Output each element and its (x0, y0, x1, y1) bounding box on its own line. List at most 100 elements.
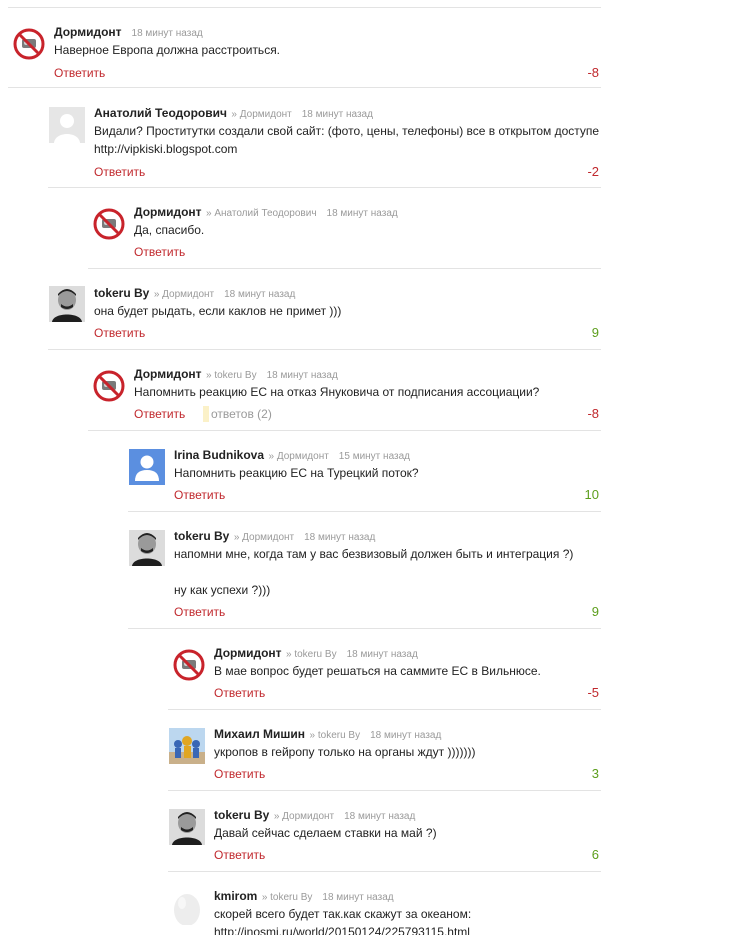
comment-meta: tokeru By » Дормидонт 18 минут назад (214, 807, 415, 825)
portrait-avatar-icon[interactable] (49, 286, 85, 322)
comment-time: 18 минут назад (326, 208, 398, 219)
reply-to-link[interactable]: » Дормидонт (231, 109, 291, 120)
portrait-avatar-icon[interactable] (169, 809, 205, 845)
comment-time: 18 минут назад (322, 892, 394, 903)
comment-text: укропов в гейропу только на органы ждут … (214, 743, 475, 761)
no-sign-avatar-icon[interactable] (93, 370, 129, 406)
comment-author[interactable]: kmirom (214, 889, 257, 903)
comment-meta: Дормидонт 18 минут назад (54, 24, 203, 42)
comment-author[interactable]: Irina Budnikova (174, 448, 264, 462)
comment: tokeru By » Дормидонт 18 минут назад она … (48, 281, 601, 350)
comment-text: В мае вопрос будет решаться на саммите Е… (214, 662, 541, 680)
reply-to-link[interactable]: » Дормидонт (234, 532, 294, 543)
comment-score: -8 (587, 406, 599, 421)
top-divider (8, 7, 601, 8)
comment-meta: Дормидонт » tokeru By 18 минут назад (134, 366, 338, 384)
comment-meta: Дормидонт » Анатолий Теодорович 18 минут … (134, 204, 398, 222)
comment-text: скорей всего будет так.как скажут за оке… (214, 905, 471, 935)
reply-to-link[interactable]: » tokeru By (310, 730, 361, 741)
comment-text: она будет рыдать, если каклов не примет … (94, 302, 341, 320)
comment-time: 18 минут назад (346, 649, 418, 660)
comment-score: 9 (591, 604, 599, 619)
reply-button[interactable]: Ответить (174, 604, 225, 620)
comment-author[interactable]: Анатолий Теодорович (94, 106, 227, 120)
comment-text: Напомнить реакцию ЕС на отказ Януковича … (134, 383, 539, 401)
reply-to-link[interactable]: » tokeru By (262, 892, 313, 903)
comment-author[interactable]: Дормидонт (54, 25, 122, 39)
reply-to-link[interactable]: » Дормидонт (268, 451, 328, 462)
comment-time: 15 минут назад (338, 451, 410, 462)
show-answers-toggle[interactable]: ответов (2) (203, 406, 272, 422)
comment-text-line: напомни мне, когда там у вас безвизовый … (174, 547, 574, 561)
comment-author[interactable]: tokeru By (94, 286, 149, 300)
reply-button[interactable]: Ответить (214, 766, 265, 782)
comment-text-line: Наверное Европа должна расстроиться. (54, 43, 281, 57)
default-avatar-icon[interactable] (49, 107, 85, 143)
reply-button[interactable]: Ответить (214, 847, 265, 863)
comment-time: 18 минут назад (370, 730, 442, 741)
comment-meta: kmirom » tokeru By 18 минут назад (214, 888, 394, 906)
comment: Михаил Мишин » tokeru By 18 минут назад у… (168, 722, 601, 791)
no-sign-avatar-icon[interactable] (93, 208, 129, 244)
reply-button[interactable]: Ответить (94, 325, 145, 341)
comment-text-line: Видали? Проститутки создали свой сайт: (… (94, 124, 600, 138)
comment: kmirom » tokeru By 18 минут назад скорей … (168, 884, 601, 935)
comment-meta: tokeru By » Дормидонт 18 минут назад (94, 285, 295, 303)
reply-button[interactable]: Ответить (134, 244, 185, 260)
comment-time: 18 минут назад (131, 28, 203, 39)
comment: Анатолий Теодорович » Дормидонт 18 минут … (48, 101, 601, 188)
portrait-avatar-icon[interactable] (129, 530, 165, 566)
comment-link[interactable]: http://inosmi.ru/world/20150124/22579311… (214, 923, 471, 935)
comment-text-line: скорей всего будет так.как скажут за оке… (214, 907, 472, 921)
reply-to-link[interactable]: » Дормидонт (274, 811, 334, 822)
comment-text: напомни мне, когда там у вас безвизовый … (174, 545, 573, 599)
comment-text-line: Да, спасибо. (134, 223, 205, 237)
comment-score: -2 (587, 164, 599, 179)
comment: tokeru By » Дормидонт 18 минут назад Дава… (168, 803, 601, 872)
reply-button[interactable]: Ответить (134, 406, 185, 422)
comment-text: Давай сейчас сделаем ставки на май ?) (214, 824, 437, 842)
reply-button[interactable]: Ответить (174, 487, 225, 503)
comment-author[interactable]: Дормидонт (214, 646, 282, 660)
egg-avatar-icon[interactable] (169, 889, 205, 925)
reply-button[interactable]: Ответить (54, 65, 105, 81)
comment-text-line: Напомнить реакцию ЕС на Турецкий поток? (174, 466, 419, 480)
comment-meta: Irina Budnikova » Дормидонт 15 минут наза… (174, 447, 410, 465)
blue-user-avatar-icon[interactable] (129, 449, 165, 485)
comment-time: 18 минут назад (304, 532, 376, 543)
comment-time: 18 минут назад (224, 289, 296, 300)
comment-score: 3 (591, 766, 599, 781)
reply-to-link[interactable]: » Анатолий Теодорович (206, 208, 317, 219)
comment-author[interactable]: Дормидонт (134, 205, 202, 219)
comment-text-line: ну как успехи ?))) (174, 583, 271, 597)
comment: Дормидонт 18 минут назад Наверное Европа … (8, 20, 601, 88)
no-sign-avatar-icon[interactable] (173, 649, 209, 685)
comment-author[interactable]: tokeru By (174, 529, 229, 543)
comment-text-line: В мае вопрос будет решаться на саммите Е… (214, 664, 541, 678)
comment: tokeru By » Дормидонт 18 минут назад напо… (128, 524, 601, 629)
comment: Дормидонт » tokeru By 18 минут назад В ма… (168, 641, 601, 710)
reply-to-link[interactable]: » Дормидонт (154, 289, 214, 300)
comment-time: 18 минут назад (344, 811, 416, 822)
comment-author[interactable]: Михаил Мишин (214, 727, 305, 741)
reply-to-link[interactable]: » tokeru By (206, 370, 257, 381)
comment-text-line: Давай сейчас сделаем ставки на май ?) (214, 826, 437, 840)
comment-meta: Михаил Мишин » tokeru By 18 минут назад (214, 726, 441, 744)
reply-button[interactable]: Ответить (94, 164, 145, 180)
comment-time: 18 минут назад (301, 109, 373, 120)
comment: Дормидонт » Анатолий Теодорович 18 минут … (88, 200, 601, 269)
comment-text: Видали? Проститутки создали свой сайт: (… (94, 122, 599, 158)
comment-text: Напомнить реакцию ЕС на Турецкий поток? (174, 464, 419, 482)
comment-meta: Дормидонт » tokeru By 18 минут назад (214, 645, 418, 663)
comment-score: -8 (587, 65, 599, 80)
crowd-avatar-icon[interactable] (169, 728, 205, 764)
comment-author[interactable]: tokeru By (214, 808, 269, 822)
no-sign-avatar-icon[interactable] (13, 28, 49, 64)
comment-text-line: она будет рыдать, если каклов не примет … (94, 304, 342, 318)
comment-text: Наверное Европа должна расстроиться. (54, 41, 280, 59)
reply-to-link[interactable]: » tokeru By (286, 649, 337, 660)
comment-link[interactable]: http://vipkiski.blogspot.com (94, 140, 599, 158)
comment-author[interactable]: Дормидонт (134, 367, 202, 381)
reply-button[interactable]: Ответить (214, 685, 265, 701)
comment-text-line: Напомнить реакцию ЕС на отказ Януковича … (134, 385, 540, 399)
